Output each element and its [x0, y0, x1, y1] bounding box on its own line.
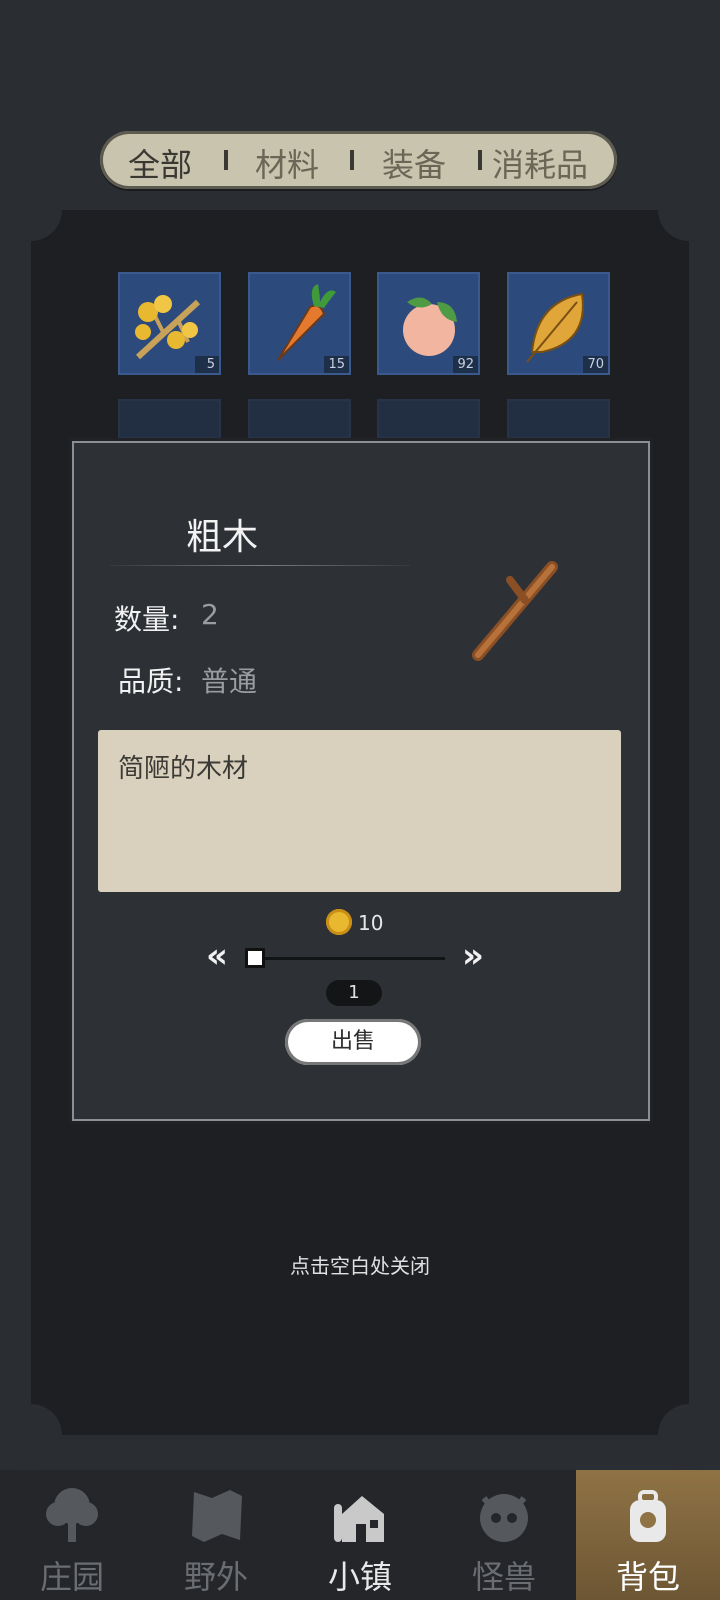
quantity-slider-track[interactable]	[245, 957, 445, 960]
tab-materials[interactable]: 材料	[255, 140, 319, 186]
panel-corner	[0, 1404, 62, 1466]
item-description-box: 简陋的木材	[98, 730, 621, 892]
panel-corner	[658, 179, 720, 241]
tab-consumables[interactable]: 消耗品	[492, 140, 588, 186]
nav-label: 小镇	[327, 1558, 392, 1596]
category-tabs: 全部 材料 装备 消耗品	[100, 131, 617, 189]
tab-separator	[350, 150, 354, 170]
item-count: 70	[583, 356, 608, 373]
map-icon	[192, 1490, 242, 1542]
bottom-nav: 庄园 野外 小镇 怪兽 背包	[0, 1470, 720, 1600]
wood-stick-icon	[472, 561, 558, 661]
item-count: 15	[324, 356, 349, 373]
decrease-arrow-icon[interactable]: «	[206, 936, 228, 976]
quantity-slider-handle[interactable]	[245, 948, 265, 968]
nav-town[interactable]: 小镇	[288, 1470, 432, 1600]
quality-value: 普通	[201, 665, 258, 698]
manor-icon	[46, 1488, 98, 1542]
inventory-slot[interactable]: 70	[507, 272, 610, 375]
quantity-label: 数量:	[114, 603, 180, 636]
nav-label: 背包	[615, 1558, 680, 1596]
inventory-slot[interactable]: 92	[377, 272, 480, 375]
nav-wild[interactable]: 野外	[144, 1470, 288, 1600]
close-hint: 点击空白处关闭	[290, 1254, 430, 1278]
tab-separator	[224, 150, 228, 170]
inventory-slot[interactable]: 15	[248, 272, 351, 375]
title-divider	[110, 565, 410, 566]
panel-corner	[658, 1404, 720, 1466]
nav-backpack[interactable]: 背包	[576, 1470, 720, 1600]
backpack-icon	[630, 1490, 666, 1542]
tab-all[interactable]: 全部	[128, 140, 192, 186]
tab-separator	[478, 150, 482, 170]
monster-icon	[480, 1494, 528, 1542]
nav-label: 怪兽	[471, 1558, 536, 1596]
nav-monster[interactable]: 怪兽	[432, 1470, 576, 1600]
inventory-slot[interactable]	[118, 399, 221, 439]
nav-label: 野外	[183, 1558, 248, 1596]
increase-arrow-icon[interactable]: »	[462, 936, 484, 976]
coin-icon	[326, 909, 352, 935]
sell-price: 10	[358, 911, 384, 935]
inventory-slot[interactable]	[507, 399, 610, 439]
quality-label: 品质:	[118, 665, 184, 698]
nav-label: 庄园	[39, 1558, 104, 1596]
inventory-slot[interactable]: 5	[118, 272, 221, 375]
item-count: 92	[453, 356, 478, 373]
sell-button[interactable]: 出售	[285, 1019, 421, 1065]
quantity-value: 2	[201, 598, 219, 631]
item-description: 简陋的木材	[118, 754, 249, 784]
nav-manor[interactable]: 庄园	[0, 1470, 144, 1600]
sell-quantity: 1	[326, 980, 382, 1006]
panel-corner	[0, 179, 62, 241]
town-icon	[334, 1496, 384, 1542]
item-name: 粗木	[186, 517, 259, 558]
inventory-slot[interactable]	[248, 399, 351, 439]
tab-equipment[interactable]: 装备	[382, 140, 446, 186]
inventory-slot[interactable]	[377, 399, 480, 439]
item-count: 5	[195, 356, 219, 373]
